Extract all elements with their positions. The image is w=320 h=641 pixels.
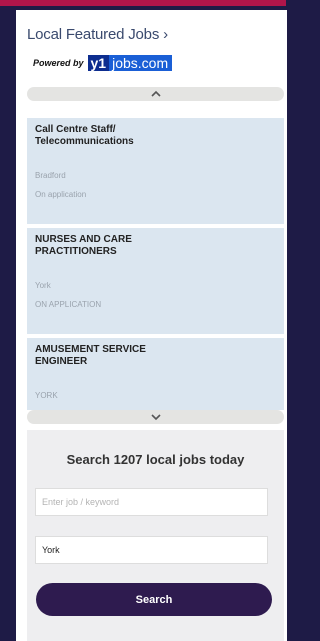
powered-by-label: Powered by xyxy=(33,58,84,68)
job-search-panel: Search 1207 local jobs today Search xyxy=(27,430,284,641)
job-salary: ON APPLICATION xyxy=(35,300,102,309)
scroll-up-button[interactable] xyxy=(27,87,284,101)
logo-text: jobs.com xyxy=(112,55,169,71)
y1jobs-logo[interactable]: y1 jobs.com xyxy=(87,55,173,71)
job-title: AMUSEMENT SERVICE ENGINEER xyxy=(35,344,146,367)
job-card[interactable]: AMUSEMENT SERVICE ENGINEER YORK xyxy=(27,338,284,410)
chevron-down-icon xyxy=(150,414,161,421)
featured-jobs-widget: Local Featured Jobs › Powered by y1 jobs… xyxy=(16,10,287,641)
job-location: York xyxy=(35,281,51,290)
job-salary: On application xyxy=(35,190,87,199)
job-location: YORK xyxy=(35,391,58,400)
logo-mark: y1 xyxy=(87,55,110,71)
chevron-up-icon xyxy=(150,90,161,97)
job-location: Bradford xyxy=(35,171,66,180)
job-card[interactable]: Call Centre Staff/ Telecommunications Br… xyxy=(27,118,284,224)
powered-by: Powered by y1 jobs.com xyxy=(33,55,173,71)
job-title: NURSES AND CARE PRACTITIONERS xyxy=(35,234,132,257)
job-card[interactable]: NURSES AND CARE PRACTITIONERS York ON AP… xyxy=(27,228,284,334)
search-button[interactable]: Search xyxy=(36,583,272,616)
search-heading: Search 1207 local jobs today xyxy=(66,452,245,467)
scroll-down-button[interactable] xyxy=(27,410,284,424)
accent-bar xyxy=(0,0,286,6)
job-list: Call Centre Staff/ Telecommunications Br… xyxy=(27,118,284,410)
keyword-input[interactable] xyxy=(35,488,268,516)
location-input[interactable] xyxy=(35,536,268,564)
job-title: Call Centre Staff/ Telecommunications xyxy=(35,124,134,147)
widget-title-link[interactable]: Local Featured Jobs › xyxy=(27,26,168,43)
